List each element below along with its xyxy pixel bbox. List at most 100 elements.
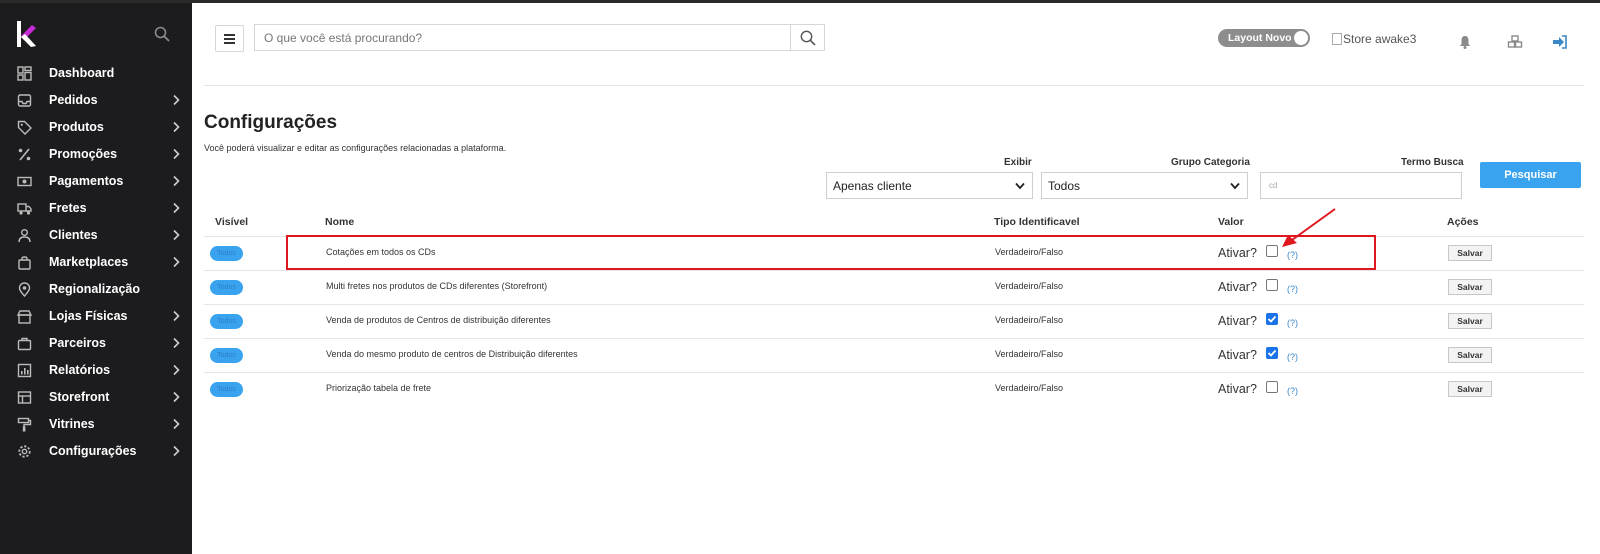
col-header-nome: Nome	[325, 216, 355, 228]
pesquisar-button[interactable]: Pesquisar	[1480, 162, 1581, 188]
logout-icon[interactable]	[1552, 34, 1568, 50]
visivel-badge[interactable]: Todos	[210, 314, 243, 329]
chevron-down-icon	[1015, 182, 1025, 190]
sidebar-item-dashboard[interactable]: Dashboard	[0, 60, 192, 87]
exibir-select-value: Apenas cliente	[833, 178, 912, 193]
search-button[interactable]	[790, 25, 824, 50]
config-type: Verdadeiro/Falso	[995, 383, 1064, 393]
col-header-visivel: Visível	[215, 216, 249, 228]
salvar-button[interactable]: Salvar	[1448, 313, 1492, 329]
chevron-right-icon	[173, 148, 180, 160]
paint-roller-icon	[17, 417, 32, 432]
ativar-checkbox[interactable]	[1266, 347, 1278, 359]
report-icon	[17, 363, 32, 378]
help-link[interactable]: (?)	[1287, 386, 1298, 396]
sidebar-item-pedidos[interactable]: Pedidos	[0, 87, 192, 114]
brand-logo-icon[interactable]	[16, 21, 38, 47]
sidebar-item-label: Promoções	[49, 147, 118, 161]
ativar-checkbox[interactable]	[1266, 381, 1278, 393]
termo-busca-input[interactable]	[1261, 173, 1461, 198]
hamburger-icon	[224, 33, 235, 44]
sidebar-item-label: Pagamentos	[49, 174, 124, 188]
visivel-badge[interactable]: Todos	[210, 246, 243, 261]
checkmark-icon	[1267, 315, 1277, 323]
config-type: Verdadeiro/Falso	[995, 281, 1064, 291]
config-type: Verdadeiro/Falso	[995, 315, 1064, 325]
sidebar-item-storefront[interactable]: Storefront	[0, 384, 192, 411]
sidebar-item-clientes[interactable]: Clientes	[0, 222, 192, 249]
ativar-label: Ativar?	[1218, 382, 1257, 396]
ativar-checkbox[interactable]	[1266, 279, 1278, 291]
chevron-right-icon	[173, 94, 180, 106]
salvar-button[interactable]: Salvar	[1448, 381, 1492, 397]
help-link[interactable]: (?)	[1287, 284, 1298, 294]
col-header-tipo: Tipo Identificavel	[994, 216, 1080, 228]
chevron-right-icon	[173, 121, 180, 133]
exibir-select[interactable]: Apenas cliente	[826, 172, 1033, 199]
sidebar-item-pagamentos[interactable]: Pagamentos	[0, 168, 192, 195]
user-icon	[18, 229, 31, 243]
table-row: Todos Venda de produtos de Centros de dis…	[204, 304, 1584, 338]
sidebar-item-label: Clientes	[49, 228, 98, 242]
visivel-badge[interactable]: Todos	[210, 348, 243, 363]
sidebar-item-label: Dashboard	[49, 66, 115, 80]
gear-icon	[18, 445, 31, 458]
grupo-categoria-select[interactable]: Todos	[1041, 172, 1248, 199]
salvar-button[interactable]: Salvar	[1448, 347, 1492, 363]
sidebar-item-vitrines[interactable]: Vitrines	[0, 411, 192, 438]
sidebar-item-parceiros[interactable]: Parceiros	[0, 330, 192, 357]
toggle-knob	[1294, 31, 1308, 45]
sidebar-item-lojas-fisicas[interactable]: Lojas Físicas	[0, 303, 192, 330]
tag-icon	[17, 120, 32, 135]
sidebar-item-relatorios[interactable]: Relatórios	[0, 357, 192, 384]
menu-toggle-button[interactable]	[215, 25, 244, 52]
annotation-arrow-icon	[1282, 208, 1336, 247]
termo-busca-label: Termo Busca	[1401, 157, 1464, 168]
ativar-label: Ativar?	[1218, 314, 1257, 328]
truck-icon	[17, 203, 32, 215]
visivel-badge[interactable]: Todos	[210, 382, 243, 397]
sidebar-item-label: Vitrines	[49, 417, 95, 431]
config-name: Venda do mesmo produto de centros de Dis…	[326, 349, 578, 359]
sidebar-item-configuracoes[interactable]: Configurações	[0, 438, 192, 465]
sidebar-item-fretes[interactable]: Fretes	[0, 195, 192, 222]
bell-icon[interactable]	[1457, 34, 1473, 50]
storefront-icon	[17, 391, 32, 404]
sidebar-item-promocoes[interactable]: Promoções	[0, 141, 192, 168]
ativar-checkbox[interactable]	[1266, 313, 1278, 325]
sidebar-item-label: Lojas Físicas	[49, 309, 128, 323]
cubes-icon[interactable]	[1507, 34, 1523, 50]
sidebar-item-label: Storefront	[49, 390, 110, 404]
config-name: Venda de produtos de Centros de distribu…	[326, 315, 551, 325]
store-logo: Store awake3	[1332, 32, 1416, 46]
help-link[interactable]: (?)	[1287, 318, 1298, 328]
inbox-icon	[17, 94, 32, 107]
sidebar-item-regionalizacao[interactable]: Regionalização	[0, 276, 192, 303]
grupo-categoria-label: Grupo Categoria	[1171, 157, 1250, 168]
help-link[interactable]: (?)	[1287, 352, 1298, 362]
chevron-right-icon	[173, 256, 180, 268]
visivel-badge[interactable]: Todos	[210, 280, 243, 295]
header-divider	[204, 85, 1584, 86]
chevron-right-icon	[173, 202, 180, 214]
chevron-right-icon	[173, 175, 180, 187]
page-title: Configurações	[204, 112, 338, 133]
salvar-button[interactable]: Salvar	[1448, 245, 1492, 261]
chevron-right-icon	[173, 418, 180, 430]
ativar-label: Ativar?	[1218, 280, 1257, 294]
layout-toggle-label: Layout Novo	[1228, 32, 1292, 44]
sidebar-nav: Dashboard Pedidos Produtos Promoções Pagamen…	[0, 60, 192, 465]
search-input[interactable]	[255, 25, 791, 50]
ativar-label: Ativar?	[1218, 348, 1257, 362]
salvar-button[interactable]: Salvar	[1448, 279, 1492, 295]
sidebar-item-label: Configurações	[49, 444, 137, 458]
chevron-right-icon	[173, 364, 180, 376]
table-row: Todos Multi fretes nos produtos de CDs di…	[204, 270, 1584, 304]
sidebar-search-icon[interactable]	[154, 26, 170, 42]
chevron-down-icon	[1230, 182, 1240, 190]
sidebar-item-marketplaces[interactable]: Marketplaces	[0, 249, 192, 276]
layout-toggle[interactable]: Layout Novo	[1218, 29, 1310, 47]
table-row: Todos Venda do mesmo produto de centros d…	[204, 338, 1584, 372]
exibir-label: Exibir	[1004, 157, 1032, 168]
sidebar-item-produtos[interactable]: Produtos	[0, 114, 192, 141]
